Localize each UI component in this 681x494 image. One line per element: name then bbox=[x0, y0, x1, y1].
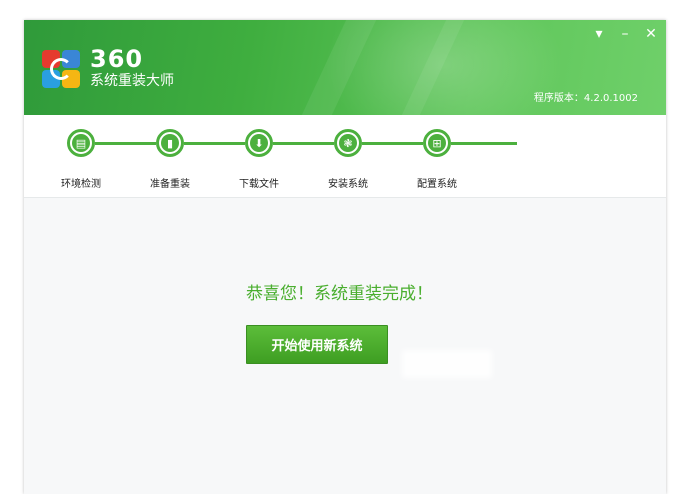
header-banner: 360 系统重装大师 ▾ – ✕ 程序版本：4.2.0.1002 bbox=[24, 20, 666, 115]
step-connector bbox=[95, 142, 156, 145]
download-icon: ⬇ bbox=[250, 134, 268, 152]
minimize-icon[interactable]: – bbox=[618, 26, 632, 42]
step-connector bbox=[362, 142, 423, 145]
step-connector bbox=[184, 142, 245, 145]
step-download-files: ⬇ bbox=[245, 129, 273, 157]
version-label: 程序版本：4.2.0.1002 bbox=[533, 93, 638, 104]
windows-icon: ⊞ bbox=[428, 134, 446, 152]
window-controls: ▾ – ✕ bbox=[592, 26, 658, 42]
step-install-system: ❃ bbox=[334, 129, 362, 157]
start-new-system-button[interactable]: 开始使用新系统 bbox=[246, 325, 388, 364]
app-logo bbox=[42, 50, 80, 88]
step-connector bbox=[273, 142, 334, 145]
menu-dropdown-icon[interactable]: ▾ bbox=[592, 26, 606, 42]
step-label: 安装系统 bbox=[328, 179, 368, 190]
brand-number: 360 bbox=[90, 45, 144, 73]
step-connector bbox=[451, 142, 517, 145]
close-icon[interactable]: ✕ bbox=[644, 26, 658, 42]
step-label: 下载文件 bbox=[239, 179, 279, 190]
step-prepare-reinstall: ▮ bbox=[156, 129, 184, 157]
step-label: 环境检测 bbox=[61, 179, 101, 190]
document-icon: ▤ bbox=[72, 134, 90, 152]
screen-glare bbox=[402, 350, 492, 378]
step-label: 配置系统 bbox=[417, 179, 457, 190]
success-message: 恭喜您！系统重装完成！ bbox=[246, 284, 433, 304]
installer-window: 360 系统重装大师 ▾ – ✕ 程序版本：4.2.0.1002 ▤ 环境检测 … bbox=[24, 20, 666, 494]
step-environment-check: ▤ bbox=[67, 129, 95, 157]
progress-steps: ▤ 环境检测 ▮ 准备重装 ⬇ 下载文件 ❃ 安装系统 ⊞ 配置系统 bbox=[24, 115, 666, 198]
step-label: 准备重装 bbox=[150, 179, 190, 190]
backup-icon: ▮ bbox=[161, 134, 179, 152]
brand-name: 系统重装大师 bbox=[90, 73, 174, 89]
install-icon: ❃ bbox=[339, 134, 357, 152]
step-configure-system: ⊞ bbox=[423, 129, 451, 157]
